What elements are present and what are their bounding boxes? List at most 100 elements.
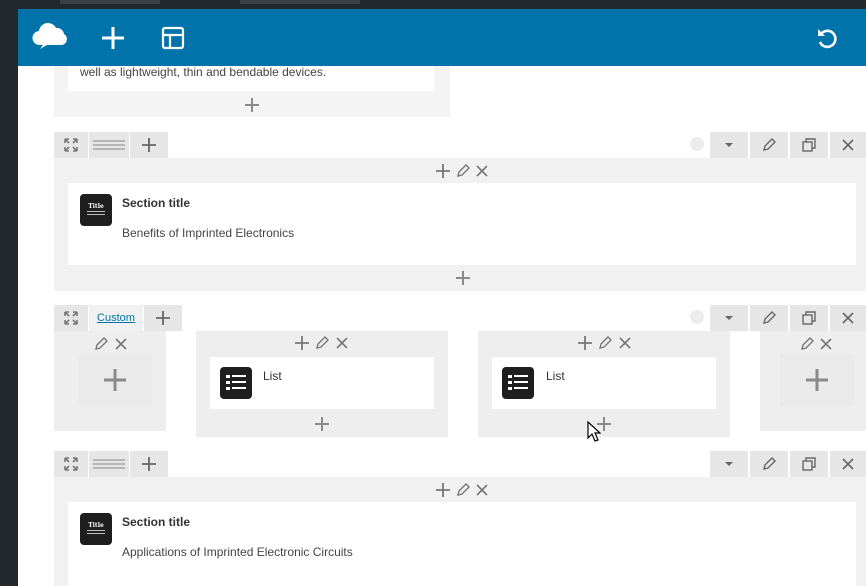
- drag-lines-icon: [93, 459, 125, 469]
- builder-toolbar: [18, 9, 866, 66]
- row3-edit-button[interactable]: [750, 451, 788, 477]
- row3-drag-handle[interactable]: [89, 451, 129, 477]
- plus-icon: [295, 336, 309, 350]
- caret-down-icon: [725, 462, 733, 466]
- admin-bar-item: [240, 0, 360, 4]
- element-title: Section title: [122, 515, 191, 529]
- add-element-button[interactable]: [453, 268, 473, 288]
- pencil-icon: [801, 337, 814, 350]
- column-controls: [436, 481, 492, 499]
- pencil-icon: [763, 311, 776, 324]
- row3-toolbar: [54, 451, 866, 477]
- expand-icon: [64, 311, 78, 325]
- column-1-add-button[interactable]: [78, 354, 152, 406]
- row2-add-button[interactable]: [144, 305, 182, 331]
- close-icon: [336, 337, 348, 349]
- column-controls: [436, 162, 492, 180]
- close-icon: [820, 338, 832, 350]
- section-title-thumbnail: Title: [80, 513, 112, 545]
- custom-layout-link[interactable]: Custom: [97, 312, 135, 324]
- layout-icon: [161, 26, 185, 50]
- row1-duplicate-button[interactable]: [790, 132, 828, 158]
- add-element-button[interactable]: [312, 414, 332, 434]
- plus-icon: [578, 336, 592, 350]
- close-icon: [619, 337, 631, 349]
- close-icon: [842, 312, 854, 324]
- row1-add-button[interactable]: [130, 132, 168, 158]
- templates-button[interactable]: [158, 23, 188, 53]
- plus-icon: [315, 417, 329, 431]
- element-text: Applications of Imprinted Electronic Cir…: [122, 545, 353, 559]
- intro-text: well as lightweight, thin and bendable d…: [80, 65, 327, 79]
- row3-expand-button[interactable]: [54, 451, 88, 477]
- thumbnail-label: Title: [88, 522, 104, 529]
- row1-dropdown-button[interactable]: [710, 132, 748, 158]
- list-element-1[interactable]: List: [210, 357, 434, 409]
- drag-lines-icon: [93, 140, 125, 150]
- plus-icon: [104, 369, 126, 391]
- pencil-icon: [457, 164, 470, 177]
- element-title: Section title: [122, 196, 191, 210]
- pencil-icon: [457, 483, 470, 496]
- pencil-icon: [763, 457, 776, 470]
- pencil-icon: [316, 336, 329, 349]
- pencil-icon: [599, 336, 612, 349]
- add-element-toolbar-button[interactable]: [98, 23, 128, 53]
- plus-icon: [245, 98, 259, 112]
- row2-edit-button[interactable]: [750, 305, 788, 331]
- column-4-add-button[interactable]: [780, 354, 854, 406]
- plus-icon: [456, 271, 470, 285]
- row1-element-card[interactable]: Title Section title Benefits of Imprinte…: [68, 183, 856, 265]
- caret-down-icon: [725, 143, 733, 147]
- logo-cloud-icon[interactable]: [30, 19, 70, 51]
- row1-drag-handle[interactable]: [89, 132, 129, 158]
- close-icon: [476, 484, 488, 496]
- row1-edit-button[interactable]: [750, 132, 788, 158]
- add-icon: [102, 27, 124, 49]
- row1-status-dot: [690, 137, 704, 151]
- undo-icon: [818, 29, 837, 49]
- close-icon: [842, 139, 854, 151]
- expand-icon: [64, 457, 78, 471]
- duplicate-icon: [802, 311, 816, 325]
- close-icon: [476, 165, 488, 177]
- list-element-2[interactable]: List: [492, 357, 716, 409]
- admin-bar: [0, 0, 866, 9]
- pencil-icon: [95, 337, 108, 350]
- mouse-cursor-icon: [587, 421, 601, 442]
- close-icon: [842, 458, 854, 470]
- row2-delete-button[interactable]: [830, 305, 866, 331]
- list-thumbnail: [220, 367, 252, 399]
- caret-down-icon: [725, 316, 733, 320]
- row2-dropdown-button[interactable]: [710, 305, 748, 331]
- row2-status-dot: [690, 310, 704, 324]
- plus-icon: [156, 311, 170, 325]
- admin-sidebar: [0, 9, 18, 586]
- pencil-icon: [763, 138, 776, 151]
- row2-layout-selector[interactable]: Custom: [89, 305, 143, 331]
- close-icon: [115, 338, 127, 350]
- row3-duplicate-button[interactable]: [790, 451, 828, 477]
- undo-button[interactable]: [812, 23, 842, 53]
- plus-icon: [436, 164, 450, 178]
- row1-delete-button[interactable]: [830, 132, 866, 158]
- row3-add-button[interactable]: [130, 451, 168, 477]
- row2-toolbar: Custom: [54, 305, 866, 331]
- duplicate-icon: [802, 457, 816, 471]
- plus-icon: [436, 483, 450, 497]
- plus-icon: [142, 457, 156, 471]
- row1-expand-button[interactable]: [54, 132, 88, 158]
- plus-icon: [142, 138, 156, 152]
- row3-delete-button[interactable]: [830, 451, 866, 477]
- section-title-thumbnail: Title: [80, 194, 112, 226]
- builder-canvas: well as lightweight, thin and bendable d…: [18, 9, 866, 586]
- expand-icon: [64, 138, 78, 152]
- row1-toolbar: [54, 132, 866, 158]
- row2-duplicate-button[interactable]: [790, 305, 828, 331]
- row3-dropdown-button[interactable]: [710, 451, 748, 477]
- add-element-button[interactable]: [242, 95, 262, 115]
- thumbnail-label: Title: [88, 203, 104, 210]
- row2-expand-button[interactable]: [54, 305, 88, 331]
- element-text: Benefits of Imprinted Electronics: [122, 226, 295, 240]
- row3-element-card[interactable]: Title Section title Applications of Impr…: [68, 502, 856, 586]
